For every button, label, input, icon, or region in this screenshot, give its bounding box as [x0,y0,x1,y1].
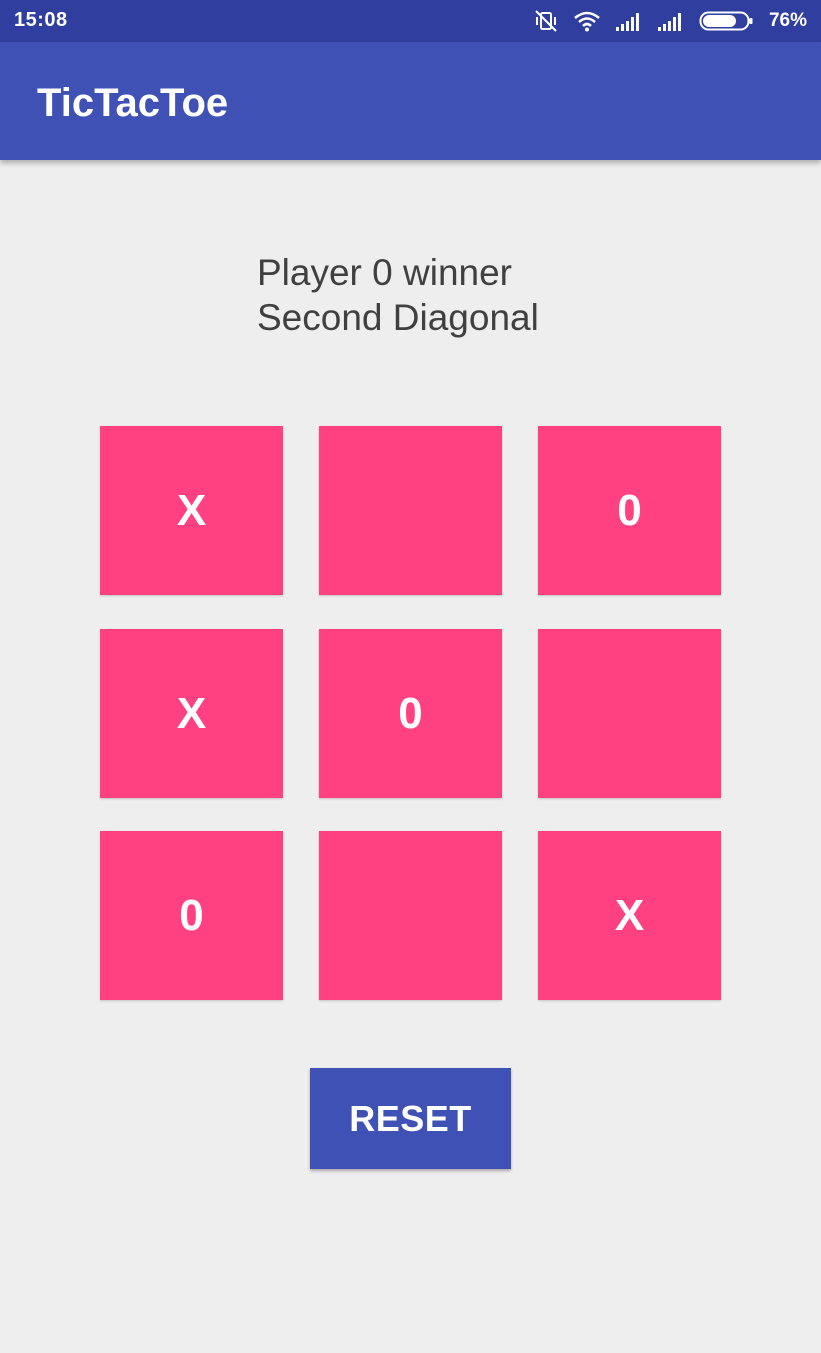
board-cell-2[interactable] [319,426,502,595]
signal-icon [615,11,643,31]
board-cell-6[interactable] [538,629,721,798]
signal-icon [657,11,685,31]
game-board: X 0 X 0 0 X [100,426,721,1000]
board-cell-7[interactable]: 0 [100,831,283,1000]
win-line-text: Second Diagonal [257,297,539,338]
reset-button[interactable]: RESET [310,1068,511,1169]
game-status-message: Player 0 winner Second Diagonal [257,250,539,340]
status-time: 15:08 [14,9,68,31]
app-title: TicTacToe [37,81,229,125]
battery-icon [699,10,755,32]
board-cell-4[interactable]: X [100,629,283,798]
board-cell-8[interactable] [319,831,502,1000]
board-cell-9[interactable]: X [538,831,721,1000]
wifi-icon [573,10,601,32]
board-cell-3[interactable]: 0 [538,426,721,595]
board-cell-5[interactable]: 0 [319,629,502,798]
vibrate-off-icon [533,9,559,33]
app-bar: TicTacToe [0,42,821,160]
status-bar: 15:08 76% [0,0,821,42]
board-cell-1[interactable]: X [100,426,283,595]
winner-text: Player 0 winner [257,252,513,293]
battery-percent: 76% [768,10,807,31]
status-icons: 76% [533,8,807,34]
